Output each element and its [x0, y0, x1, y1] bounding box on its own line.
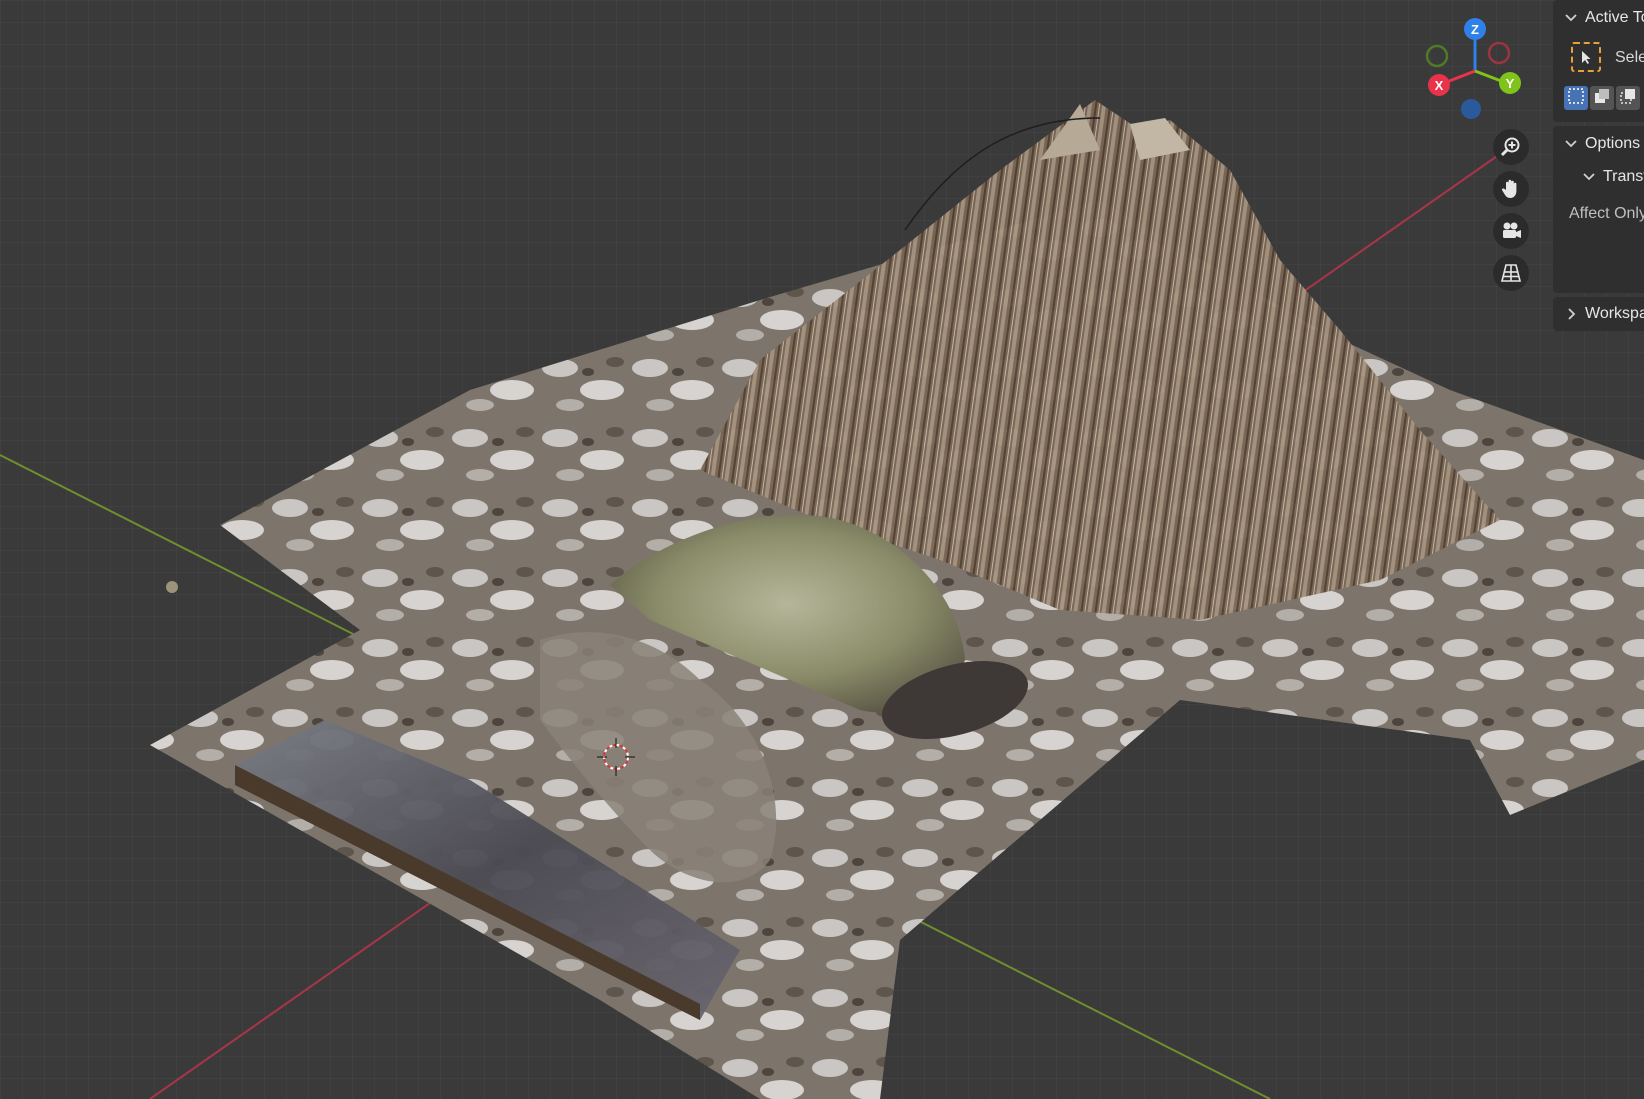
negative-z-axis-icon: [1461, 99, 1481, 119]
navigation-gizmo[interactable]: Z X Y: [1415, 15, 1535, 125]
workspace-header-label: Workspace: [1585, 305, 1644, 322]
camera-view-icon: [1500, 220, 1522, 242]
select-box-tool-icon[interactable]: [1571, 42, 1601, 72]
svg-text:X: X: [1435, 78, 1444, 93]
small-object: [166, 581, 178, 593]
mode-set-icon: [1567, 87, 1585, 110]
mode-extend-icon: [1593, 87, 1611, 110]
y-axis-icon: Y: [1499, 72, 1521, 94]
select-mode-set-button[interactable]: [1564, 86, 1588, 110]
options-header[interactable]: Options: [1563, 135, 1640, 153]
svg-text:Z: Z: [1471, 22, 1479, 37]
viewport-canvas[interactable]: [0, 0, 1644, 1099]
workspace-panel: Workspace: [1553, 297, 1644, 331]
select-mode-extend-button[interactable]: [1590, 86, 1614, 110]
options-panel: Options Transform Affect Only: [1553, 126, 1644, 293]
active-tool-header[interactable]: Active Tool: [1563, 9, 1644, 27]
negative-y-axis-icon: [1425, 44, 1449, 68]
zoom-button[interactable]: [1493, 129, 1529, 165]
x-axis-icon: X: [1428, 74, 1450, 96]
transform-subheader[interactable]: Transform: [1581, 168, 1644, 186]
svg-text:Y: Y: [1506, 76, 1515, 91]
select-mode-subtract-button[interactable]: [1616, 86, 1640, 110]
affect-only-label: Affect Only: [1569, 205, 1644, 222]
z-axis-icon: Z: [1464, 18, 1486, 40]
active-tool-label: Select Box: [1615, 49, 1644, 66]
sidebar-panel[interactable]: Active Tool Select Box: [1553, 0, 1644, 1099]
pan-button[interactable]: [1493, 171, 1529, 207]
workspace-header[interactable]: Workspace: [1563, 305, 1644, 323]
chevron-down-icon: [1563, 136, 1579, 152]
negative-x-axis-icon: [1487, 41, 1511, 65]
camera-view-button[interactable]: [1493, 213, 1529, 249]
chevron-right-icon: [1563, 306, 1579, 322]
active-tool-panel: Active Tool Select Box: [1553, 0, 1644, 122]
options-header-label: Options: [1585, 135, 1641, 152]
mode-subtract-icon: [1619, 87, 1637, 110]
active-tool-header-label: Active Tool: [1585, 9, 1644, 26]
chevron-down-icon: [1581, 169, 1597, 185]
select-mode-row: [1564, 86, 1640, 110]
hand-pan-icon: [1500, 178, 1522, 200]
perspective-grid-icon: [1500, 262, 1522, 284]
perspective-toggle-button[interactable]: [1493, 255, 1529, 291]
chevron-down-icon: [1563, 10, 1579, 26]
zoom-icon: [1500, 136, 1522, 158]
transform-subheader-label: Transform: [1603, 168, 1644, 185]
3d-viewport[interactable]: [0, 0, 1644, 1099]
